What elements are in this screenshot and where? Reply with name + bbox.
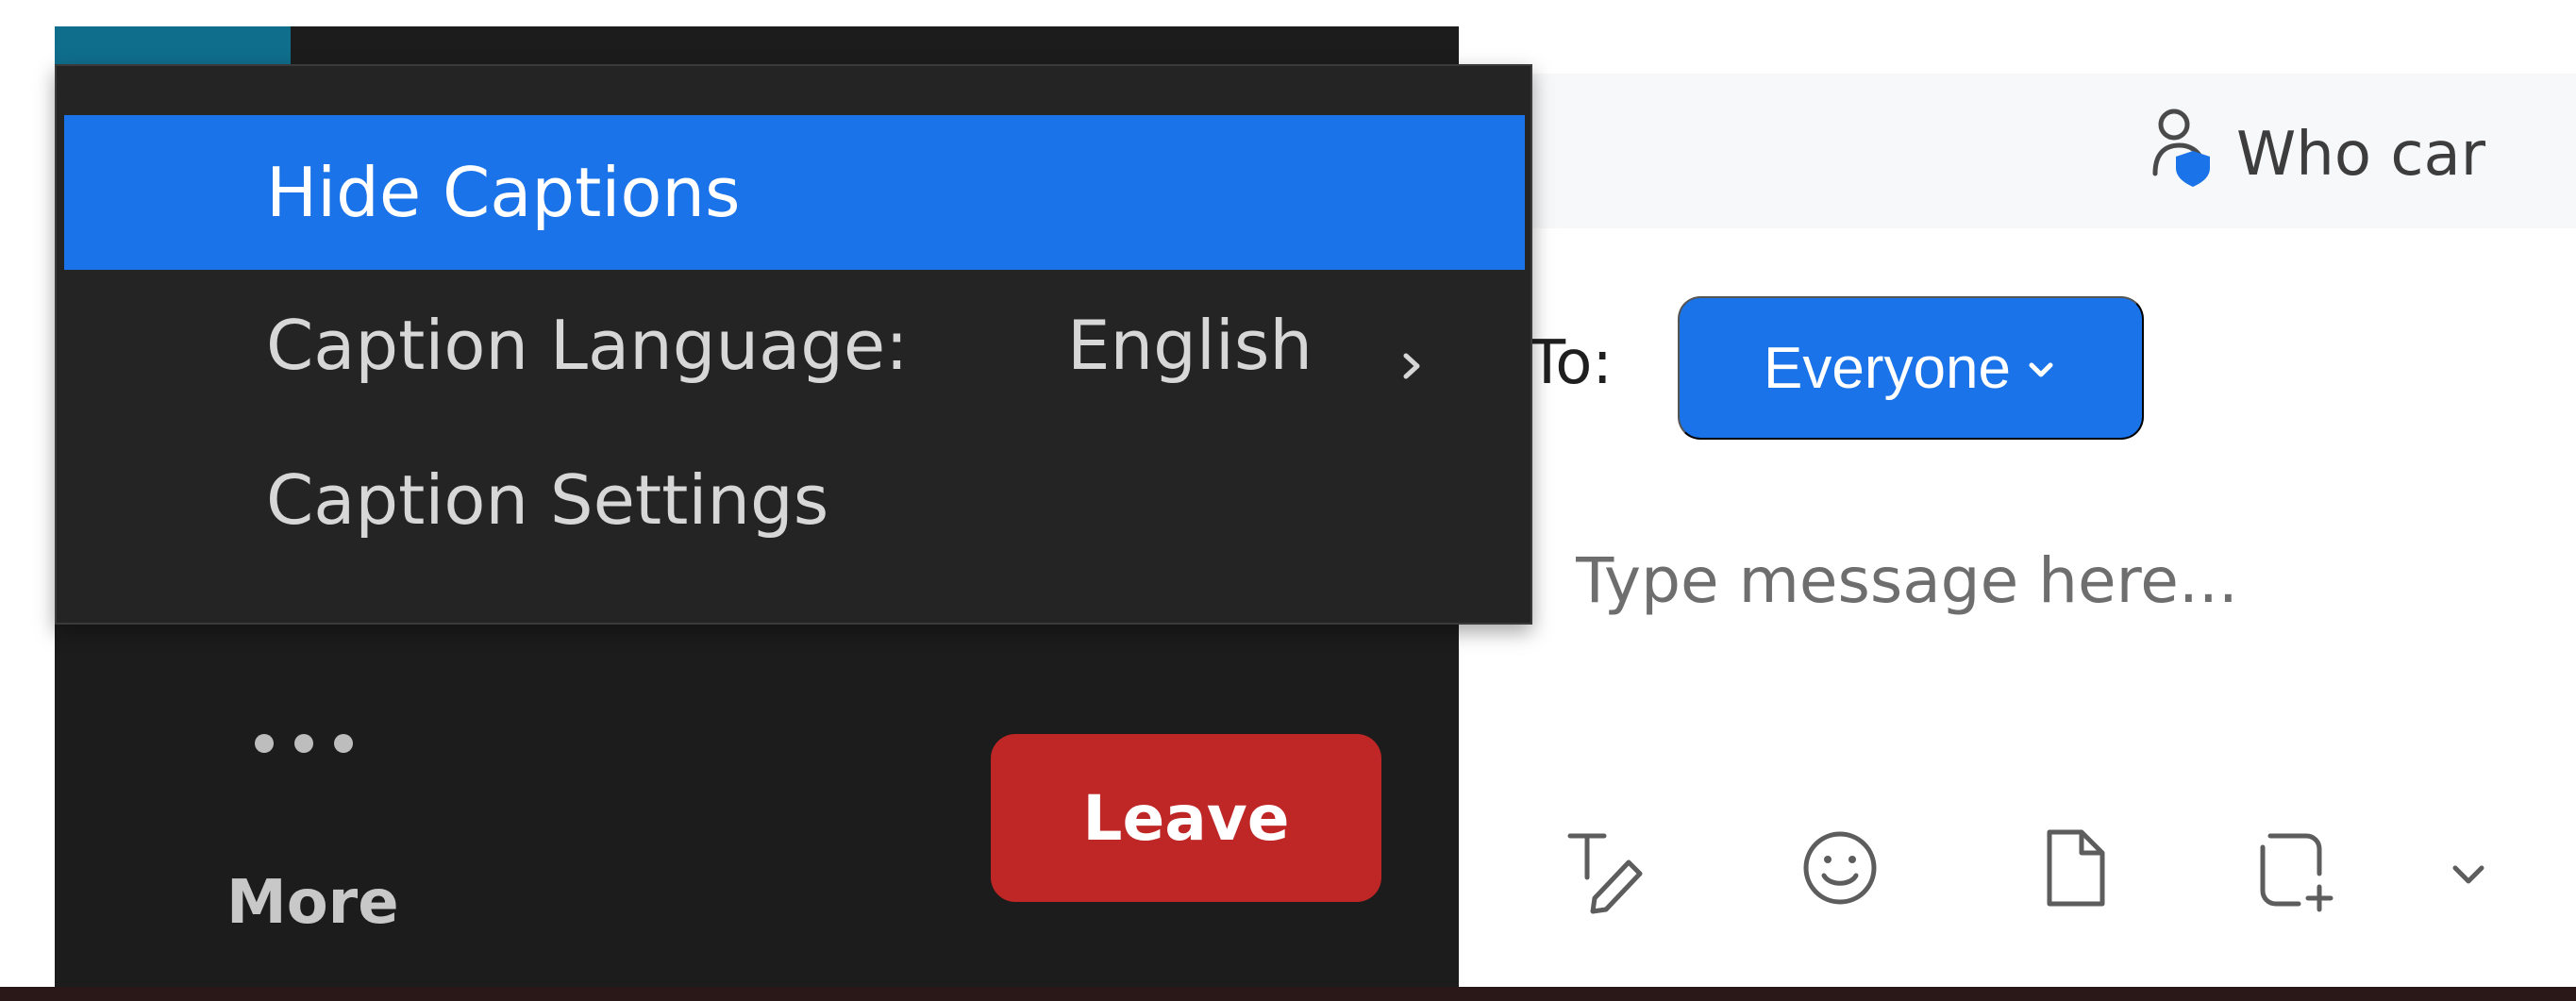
recipient-value: Everyone xyxy=(1764,335,2011,401)
bottom-strip xyxy=(0,987,2576,1001)
menu-item-label: Hide Captions xyxy=(266,153,741,232)
more-button-label[interactable]: More xyxy=(226,868,399,938)
menu-item-caption-language[interactable]: Caption Language: English xyxy=(64,268,1525,423)
menu-item-caption-settings[interactable]: Caption Settings xyxy=(64,423,1525,577)
recipient-dropdown-button[interactable]: Everyone xyxy=(1678,296,2144,440)
emoji-icon[interactable] xyxy=(1791,819,1889,917)
file-icon[interactable] xyxy=(2025,819,2123,917)
message-input[interactable] xyxy=(1576,528,2425,632)
more-icon[interactable] xyxy=(255,734,353,753)
menu-item-hide-captions[interactable]: Hide Captions xyxy=(64,115,1525,270)
menu-item-label: Caption Language: xyxy=(266,306,909,385)
text-format-icon[interactable] xyxy=(1553,819,1651,917)
user-shield-icon xyxy=(2142,106,2225,204)
more-dot xyxy=(334,734,353,753)
more-dot xyxy=(255,734,274,753)
more-dot xyxy=(294,734,313,753)
chevron-right-icon xyxy=(1395,321,1430,379)
recipient-label: To: xyxy=(1529,328,1613,398)
who-can-see-messages[interactable]: Who car xyxy=(2142,106,2485,204)
chevron-down-icon xyxy=(2024,335,2058,402)
leave-button[interactable]: Leave xyxy=(991,734,1381,902)
captions-menu: Hide Captions Caption Language: English … xyxy=(55,64,1532,625)
menu-item-label: Caption Settings xyxy=(266,460,829,540)
caption-language-value: English xyxy=(1067,306,1313,385)
chevron-down-icon[interactable] xyxy=(2442,849,2495,902)
screenshot-icon[interactable] xyxy=(2242,819,2340,917)
who-can-see-label: Who car xyxy=(2236,120,2486,190)
